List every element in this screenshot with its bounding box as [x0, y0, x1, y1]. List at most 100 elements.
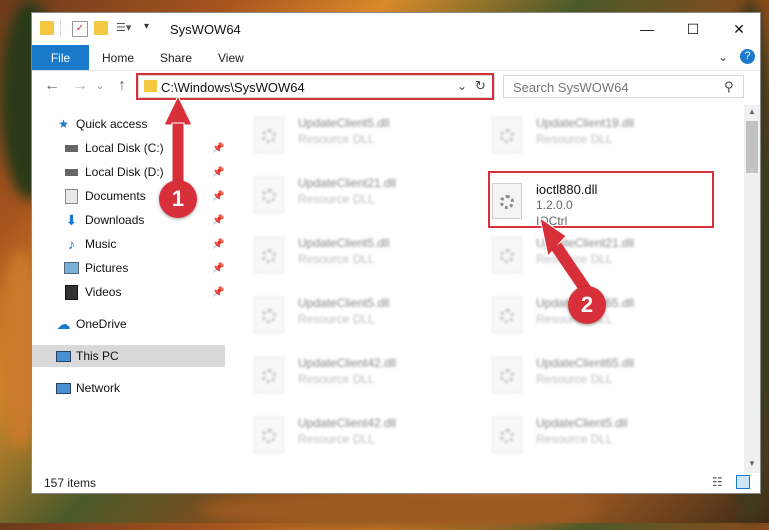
scrollbar-thumb[interactable] [746, 121, 758, 173]
tab-view[interactable]: View [218, 51, 244, 65]
sidebar-item-downloads[interactable]: ⬇ Downloads 📌 [32, 209, 225, 231]
sidebar-item-onedrive[interactable]: ☁ OneDrive [32, 313, 225, 335]
vertical-scrollbar[interactable]: ▲ ▼ [744, 105, 760, 473]
dll-file-icon [254, 177, 284, 213]
properties-icon[interactable]: ✓ [72, 21, 88, 37]
help-icon[interactable]: ? [740, 49, 755, 64]
sidebar-item-label: Documents [85, 189, 146, 203]
large-icons-view-icon[interactable] [736, 475, 750, 489]
background-foliage [200, 490, 600, 530]
file-name: UpdateClient42.dll [298, 416, 397, 430]
sidebar-item-label: Local Disk (D:) [85, 165, 164, 179]
documents-icon [64, 188, 79, 204]
scroll-up-icon[interactable]: ▲ [748, 107, 756, 116]
list-item[interactable]: UpdateClient5.dll Resource DLL [254, 233, 474, 283]
chevron-down-icon[interactable]: ▾ [144, 21, 158, 35]
sidebar-item-network[interactable]: Network [32, 377, 225, 399]
customize-quick-access-icon[interactable]: ☰▾ [116, 21, 131, 35]
expand-ribbon-icon[interactable]: ⌄ [718, 50, 728, 64]
dll-file-icon [254, 417, 284, 453]
file-type: Resource DLL [298, 132, 375, 146]
file-name: UpdateClient21.dll [536, 236, 635, 250]
list-item[interactable]: UpdateClient5.dll Resource DLL [492, 413, 712, 463]
file-highlight-box [488, 171, 714, 228]
close-button[interactable]: ✕ [716, 13, 762, 45]
sidebar-item-label: Pictures [85, 261, 129, 275]
file-name: UpdateClient42.dll [298, 356, 397, 370]
sidebar-item-pictures[interactable]: Pictures 📌 [32, 257, 225, 279]
sidebar-item-local-disk-d[interactable]: Local Disk (D:) 📌 [32, 161, 225, 183]
new-folder-icon[interactable] [94, 21, 108, 35]
search-icon[interactable]: ⚲ [724, 79, 734, 95]
tab-share[interactable]: Share [160, 51, 192, 65]
maximize-button[interactable]: ☐ [670, 13, 716, 45]
list-item[interactable]: UpdateClient21.dll Resource DLL [492, 233, 712, 283]
title-bar: ✓ ☰▾ ▾ SysWOW64 — ☐ ✕ [32, 13, 760, 45]
sidebar-item-quick-access[interactable]: ★ Quick access [32, 113, 225, 135]
file-name: UpdateClient19.dll [536, 116, 635, 130]
sidebar-item-label: OneDrive [76, 317, 127, 331]
list-item[interactable]: UpdateClient42.dll Resource DLL [254, 353, 474, 403]
sidebar-item-music[interactable]: ♪ Music 📌 [32, 233, 225, 255]
forward-arrow-icon[interactable]: → [72, 77, 88, 95]
network-icon [56, 381, 71, 395]
file-type: Resource DLL [536, 372, 613, 386]
address-highlight-box [136, 73, 494, 100]
step-one-badge: 1 [159, 180, 197, 218]
download-icon: ⬇ [65, 211, 78, 228]
dll-file-icon [254, 357, 284, 393]
list-item[interactable]: UpdateClient21.dll Resource DLL [254, 173, 474, 223]
sidebar-item-local-disk-c[interactable]: Local Disk (C:) 📌 [32, 137, 225, 159]
sidebar-item-label: Quick access [76, 117, 148, 131]
star-icon: ★ [58, 117, 69, 131]
minimize-button[interactable]: — [624, 13, 670, 45]
step-two-badge: 2 [568, 286, 606, 324]
tab-home[interactable]: Home [102, 51, 134, 65]
folder-icon [40, 21, 54, 35]
search-placeholder: Search SysWOW64 [513, 80, 629, 95]
status-bar: 157 items ☷ [32, 473, 760, 495]
search-input[interactable]: Search SysWOW64 ⚲ [503, 75, 744, 98]
scroll-down-icon[interactable]: ▼ [748, 459, 756, 468]
drive-icon [64, 141, 79, 155]
pin-icon[interactable]: 📌 [212, 215, 224, 226]
cloud-icon: ☁ [56, 315, 71, 332]
computer-icon [56, 349, 71, 363]
details-view-icon[interactable]: ☷ [712, 475, 723, 489]
file-name: UpdateClient5.dll [298, 236, 390, 250]
sidebar-item-this-pc[interactable]: This PC [32, 345, 225, 367]
pin-icon[interactable]: 📌 [212, 263, 224, 274]
pin-icon[interactable]: 📌 [212, 167, 224, 178]
navigation-bar: ← → ⌄ ↑ C:\Windows\SysWOW64 ⌄ ↻ Search S… [32, 71, 760, 103]
list-item[interactable]: UpdateClient65.dll Resource DLL [492, 353, 712, 403]
pin-icon[interactable]: 📌 [212, 143, 224, 154]
recent-locations-icon[interactable]: ⌄ [96, 81, 104, 92]
file-type: Resource DLL [536, 432, 613, 446]
file-name: UpdateClient5.dll [536, 416, 628, 430]
item-count: 157 items [44, 476, 97, 490]
dll-file-icon [254, 297, 284, 333]
list-item[interactable]: UpdateClient19.dll Resource DLL [492, 113, 712, 163]
list-item[interactable]: UpdateClient5.dll Resource DLL [254, 293, 474, 343]
file-type: Resource DLL [536, 252, 613, 266]
tab-file[interactable]: File [32, 45, 89, 70]
ribbon: File Home Share View ⌄ ? [32, 45, 760, 71]
file-name: UpdateClient21.dll [298, 176, 397, 190]
file-name: UpdateClient5.dll [298, 296, 390, 310]
file-list: UpdateClient5.dll Resource DLL UpdateCli… [228, 105, 744, 465]
pin-icon[interactable]: 📌 [212, 191, 224, 202]
pin-icon[interactable]: 📌 [212, 239, 224, 250]
pin-icon[interactable]: 📌 [212, 287, 224, 298]
back-arrow-icon[interactable]: ← [44, 77, 60, 95]
sidebar-item-label: Network [76, 381, 121, 395]
dll-file-icon [254, 237, 284, 273]
navigation-pane: ★ Quick access Local Disk (C:) 📌 Local D… [32, 105, 225, 465]
dll-file-icon [254, 117, 284, 153]
sidebar-item-videos[interactable]: Videos 📌 [32, 281, 225, 303]
music-icon: ♪ [68, 236, 75, 252]
list-item[interactable]: UpdateClient42.dll Resource DLL [254, 413, 474, 463]
sidebar-item-label: Local Disk (C:) [85, 141, 164, 155]
up-arrow-icon[interactable]: ↑ [118, 77, 126, 95]
list-item[interactable]: UpdateClient5.dll Resource DLL [254, 113, 474, 163]
drive-icon [64, 165, 79, 179]
